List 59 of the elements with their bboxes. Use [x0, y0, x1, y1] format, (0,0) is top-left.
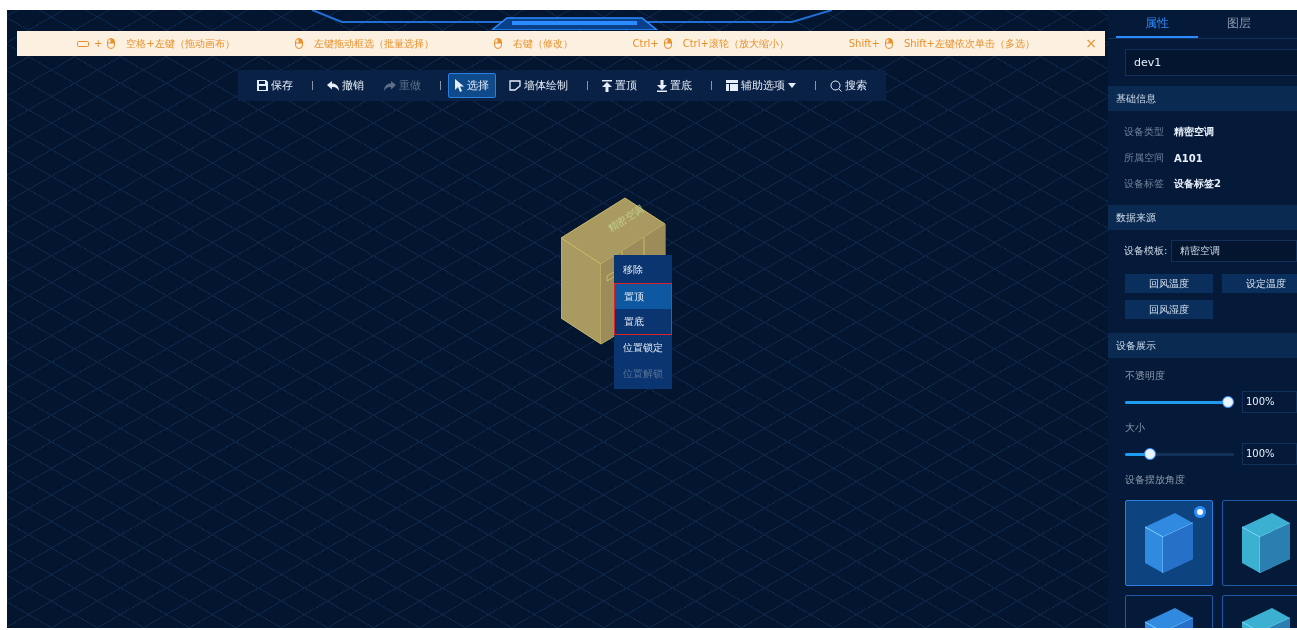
hint-text: 右键（修改）	[512, 36, 573, 51]
template-label: 设备模板:	[1124, 244, 1168, 258]
data-point-button[interactable]: 设定温度	[1222, 274, 1297, 293]
layout-icon	[725, 80, 738, 91]
name-input-field[interactable]: dev1	[1125, 49, 1297, 76]
angle-option-card[interactable]	[1222, 500, 1297, 586]
slider-label: 不透明度	[1125, 369, 1166, 383]
slider-label: 大小	[1125, 421, 1146, 435]
info-label: 设备类型	[1124, 125, 1164, 139]
toolbar-button[interactable]: 选择	[447, 73, 496, 98]
pointer-icon	[454, 79, 464, 92]
hint-text: 左键拖动框选（批量选择）	[313, 36, 434, 51]
slider-thumb[interactable]	[1222, 396, 1234, 408]
menu-item[interactable]: 置顶	[614, 283, 672, 309]
mouse-icon	[294, 38, 303, 49]
mouse-icon	[884, 38, 893, 49]
number-input-field[interactable]: 100%	[1242, 391, 1297, 413]
hint-text: Shift+左键依次单击（多选）	[903, 36, 1035, 51]
info-label: 设备标签	[1124, 177, 1164, 191]
angle-label: 设备摆放角度	[1125, 473, 1186, 487]
mouse-icon	[107, 38, 116, 49]
wall-icon	[508, 80, 521, 91]
undo-icon	[326, 80, 339, 91]
panel-tab[interactable]: 图层	[1198, 10, 1280, 38]
cabinet-icon	[1242, 511, 1290, 575]
section-header: 基础信息	[1108, 86, 1297, 111]
section-header: 设备展示	[1108, 333, 1297, 358]
section-header: 数据来源	[1108, 205, 1297, 230]
info-value: 精密空调	[1174, 125, 1214, 139]
arrow-down-icon	[656, 79, 667, 92]
slider-thumb[interactable]	[1144, 448, 1157, 460]
menu-item[interactable]: 置底	[614, 309, 672, 335]
mouse-icon	[493, 38, 502, 49]
angle-option-card[interactable]	[1125, 500, 1213, 586]
redo-icon	[383, 80, 396, 91]
search-icon	[829, 79, 842, 92]
mouse-icon	[663, 38, 672, 49]
info-value: 设备标签2	[1174, 177, 1221, 191]
spacebar-icon	[76, 40, 89, 47]
panel-tab[interactable]: 属性	[1116, 10, 1198, 38]
save-icon	[256, 80, 268, 91]
caret-icon	[787, 83, 796, 88]
hint-text: Ctrl+滚轮（放大缩小）	[682, 36, 789, 51]
hint-key: +	[93, 38, 103, 49]
arrow-up-icon	[601, 79, 612, 92]
data-point-button[interactable]: 回风湿度	[1125, 300, 1213, 319]
info-value: A101	[1174, 152, 1203, 164]
hint-key: Shift+	[848, 38, 880, 49]
toolbar-button[interactable]: 撤销	[319, 73, 371, 98]
template-select[interactable]: 精密空调	[1171, 240, 1297, 262]
cabinet-icon	[1145, 511, 1193, 575]
toolbar-button[interactable]: 搜索	[822, 73, 874, 98]
data-point-button[interactable]: 回风温度	[1125, 274, 1213, 293]
number-input-field[interactable]: 100%	[1242, 443, 1297, 465]
radio-selected-icon	[1194, 506, 1206, 518]
hint-text: 空格+左键（拖动画布）	[126, 36, 235, 51]
toolbar-button[interactable]: 置顶	[594, 73, 644, 98]
hint-key: Ctrl+	[632, 38, 659, 49]
info-label: 所属空间	[1124, 151, 1164, 165]
